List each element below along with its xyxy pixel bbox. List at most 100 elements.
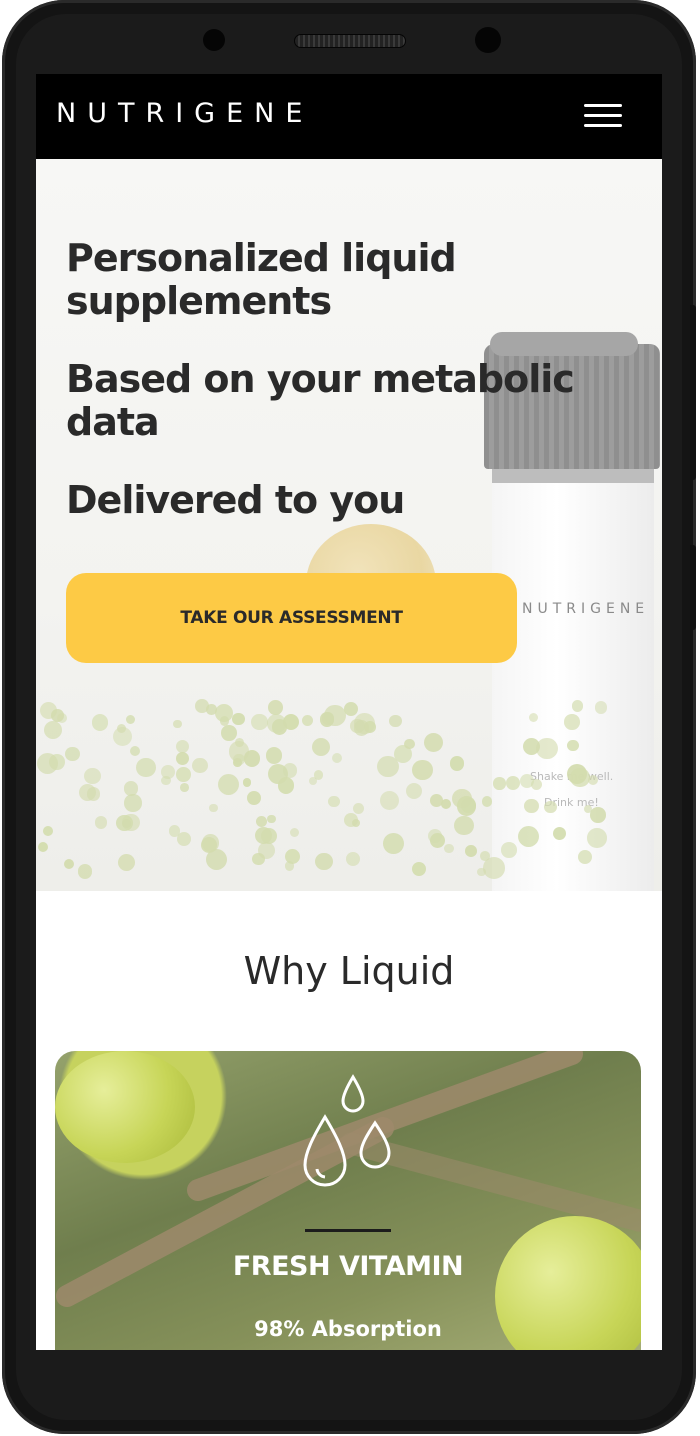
herb-bud [552, 827, 566, 841]
herb-bud [351, 819, 361, 828]
feature-subtitle: 98% Absorption [254, 1317, 442, 1341]
herb-bud [483, 857, 505, 879]
herb-bud [233, 757, 242, 767]
water-drops-icon [303, 1074, 391, 1187]
phone-frame: NUTRIGENE NUTRIGENE Shake me well. Drink… [2, 0, 696, 1434]
herb-bud [529, 713, 539, 723]
herb-bud [301, 714, 314, 727]
herb-bud [116, 814, 133, 832]
herb-bud [424, 733, 443, 753]
herb-bud [284, 849, 300, 865]
herb-bud [201, 836, 218, 853]
herb-bud [505, 775, 520, 790]
herb-bud [411, 862, 426, 877]
herb-bud [117, 853, 135, 871]
herb-bud [78, 864, 93, 879]
herb-bud [255, 826, 273, 844]
front-camera [203, 29, 225, 51]
herb-bud [173, 719, 182, 728]
herb-bud [404, 738, 415, 750]
herb-bud [176, 740, 190, 754]
herb-bud [257, 841, 275, 859]
herb-bud [430, 793, 443, 807]
herb-bud [389, 714, 402, 728]
herb-bud [129, 745, 140, 756]
herb-bud [175, 751, 190, 766]
herb-bud [256, 815, 268, 827]
herb-bud [247, 790, 262, 805]
herb-bud [524, 798, 539, 814]
front-sensor [475, 27, 501, 53]
herb-bud [311, 738, 330, 757]
hamburger-menu-icon[interactable] [584, 104, 622, 130]
hero-subheadline: Based on your metabolic data [66, 357, 575, 444]
herb-bud [289, 827, 300, 838]
brand-logo[interactable]: NUTRIGENE [56, 98, 313, 129]
herb-bud [544, 800, 557, 814]
herb-bud [449, 756, 465, 771]
herb-bud [501, 842, 517, 858]
herb-bud [135, 757, 156, 778]
herb-bud [587, 828, 607, 848]
herb-bud [243, 749, 261, 767]
herb-bud [43, 825, 53, 836]
herb-bud [268, 700, 283, 716]
herb-bud [313, 770, 324, 780]
herb-bud [242, 778, 252, 788]
apple-image [55, 1051, 195, 1163]
herb-bud [251, 713, 268, 731]
herb-bud [194, 699, 209, 713]
hero-section: NUTRIGENE Shake me well. Drink me! Perso… [36, 159, 662, 891]
herb-bud [328, 795, 340, 808]
herb-bud [571, 700, 584, 712]
herb-bud [86, 787, 100, 801]
herb-bud [343, 701, 358, 717]
herb-bud [590, 806, 606, 823]
herb-bud [567, 739, 579, 752]
herb-bud [232, 712, 245, 726]
take-assessment-button[interactable]: TAKE OUR ASSESSMENT [66, 573, 517, 663]
power-button [690, 545, 696, 630]
herb-bud [215, 703, 234, 723]
herb-bud [266, 814, 276, 824]
herb-bud [266, 713, 286, 733]
herb-bud [331, 752, 343, 764]
herb-bud [37, 752, 59, 774]
herb-bud [570, 767, 590, 788]
herb-bud [65, 746, 81, 762]
herb-bud [577, 849, 592, 865]
herb-bud [44, 721, 63, 739]
herb-bud [126, 715, 136, 725]
herb-bud [116, 724, 126, 734]
herb-bud [221, 725, 237, 741]
herb-bud [352, 802, 364, 815]
herb-bud [443, 843, 454, 854]
herb-bud [84, 767, 102, 785]
herb-bud [536, 737, 558, 760]
earpiece-speaker [294, 34, 406, 48]
hero-subheadline: Delivered to you [66, 478, 405, 522]
herb-bud [382, 833, 404, 855]
herb-bud [493, 777, 506, 790]
herb-bud [37, 842, 48, 853]
herb-bud [345, 852, 361, 867]
herb-bud [64, 858, 75, 870]
herb-bud [517, 826, 539, 848]
hero-headline: Personalized liquid supplements [66, 236, 457, 323]
herb-bud [176, 767, 192, 783]
herb-bud [379, 790, 400, 811]
herb-bud [123, 781, 139, 796]
herb-bud [377, 755, 399, 778]
herb-bud [315, 853, 333, 871]
herb-bud [91, 714, 109, 731]
herb-bud [161, 765, 175, 779]
herb-bud [595, 701, 608, 714]
screen: NUTRIGENE NUTRIGENE Shake me well. Drink… [36, 74, 662, 1350]
herb-bud [460, 798, 476, 814]
herb-bud [406, 782, 423, 799]
herb-bud [179, 783, 189, 793]
herb-bud [583, 804, 592, 813]
herb-bud [124, 794, 142, 812]
herb-bud [353, 720, 370, 736]
herb-bud [481, 796, 493, 807]
